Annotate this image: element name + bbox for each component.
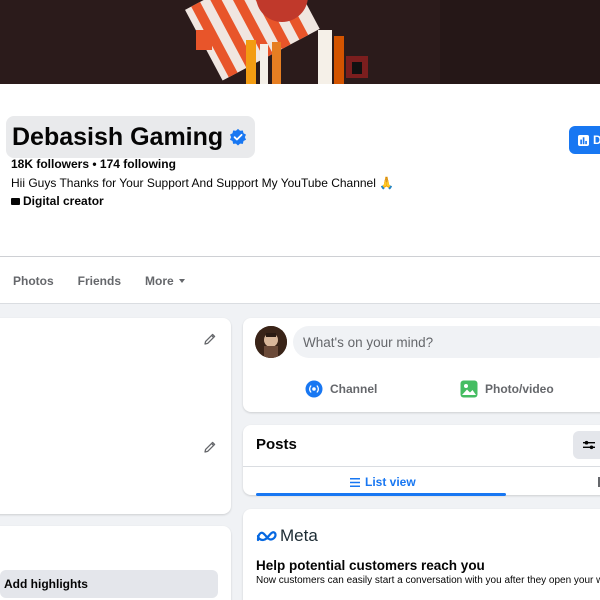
avatar-image: [255, 326, 287, 358]
photo-video-label: Photo/video: [485, 382, 554, 396]
profile-name: Debasish Gaming: [12, 122, 224, 151]
meta-infinity-icon: [256, 531, 277, 542]
tab-friends[interactable]: Friends: [78, 274, 121, 288]
cover-photo[interactable]: [0, 0, 600, 84]
posts-divider: [243, 466, 600, 467]
filters-button[interactable]: [573, 431, 600, 459]
meta-promo-subtitle: Now customers can easily start a convers…: [256, 575, 600, 586]
tab-label: Friends: [77, 274, 122, 288]
header-divider: [0, 256, 600, 257]
posts-card: Posts List view: [243, 425, 600, 496]
channel-icon: [305, 380, 323, 398]
meta-logo-text: Meta: [280, 526, 318, 545]
channel-button[interactable]: Channel: [305, 380, 377, 398]
intro-card: [0, 318, 231, 514]
add-highlights-button[interactable]: Add highlights: [0, 570, 218, 598]
briefcase-icon: [11, 197, 20, 205]
tab-photos[interactable]: Photos: [13, 274, 54, 288]
list-view-label: List view: [365, 475, 416, 489]
tab-label: Photos: [13, 274, 54, 288]
photo-video-button[interactable]: Photo/video: [460, 380, 554, 398]
meta-logo: Meta: [256, 526, 318, 546]
channel-label: Channel: [330, 382, 378, 396]
active-tab-indicator: [256, 493, 506, 496]
avatar[interactable]: [255, 326, 287, 358]
highlights-card: Add highlights: [0, 526, 231, 600]
pencil-icon[interactable]: [203, 440, 217, 454]
meta-promo-card: Meta Help potential customers reach you …: [243, 509, 600, 600]
profile-header: Debasish Gaming 18K followers • 174 foll…: [0, 84, 600, 304]
posts-title: Posts: [256, 436, 297, 453]
profile-name-container[interactable]: Debasish Gaming: [6, 116, 256, 158]
profile-tabs: Photos Friends More: [13, 274, 185, 288]
professional-dashboard-button[interactable]: D: [569, 126, 600, 154]
meta-promo-title: Help potential customers reach you: [256, 558, 485, 573]
bar-chart-icon: [578, 134, 589, 146]
tab-list-view[interactable]: List view: [350, 475, 416, 489]
tab-label: More: [145, 274, 174, 288]
post-composer: What's on your mind? Channel Photo/video: [243, 318, 600, 412]
caret-down-icon: [178, 279, 185, 283]
filter-sliders-icon: [583, 440, 595, 450]
pencil-icon[interactable]: [203, 332, 217, 346]
tab-more[interactable]: More: [145, 274, 185, 288]
composer-placeholder: What's on your mind?: [303, 334, 434, 350]
category-label: Digital creator: [23, 194, 104, 208]
cover-art: [0, 0, 600, 84]
list-icon: [350, 477, 360, 487]
dashboard-label: D: [593, 133, 600, 147]
profile-bio: Hii Guys Thanks for Your Support And Sup…: [11, 176, 395, 190]
photo-video-icon: [460, 380, 478, 398]
verified-badge-icon: [230, 128, 247, 146]
profile-category: Digital creator: [11, 194, 104, 208]
follower-stats[interactable]: 18K followers • 174 following: [11, 157, 176, 171]
whats-on-your-mind-input[interactable]: What's on your mind?: [293, 326, 600, 358]
add-highlights-label: Add highlights: [4, 577, 88, 591]
